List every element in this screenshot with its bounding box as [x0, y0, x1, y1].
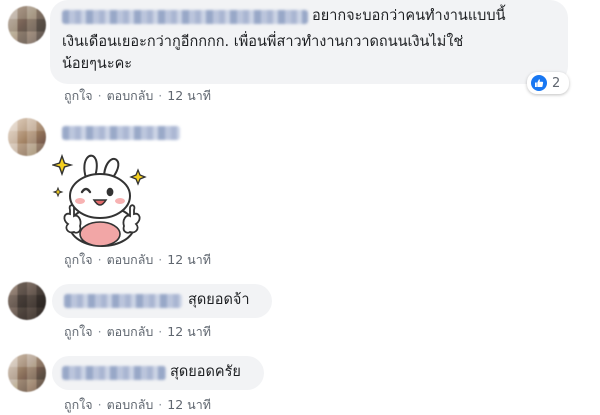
separator-dot: ·: [97, 252, 102, 267]
like-link[interactable]: ถูกใจ: [64, 324, 93, 339]
avatar[interactable]: [8, 118, 46, 156]
bunny-sticker[interactable]: [52, 148, 152, 248]
comment-actions: ถูกใจ · ตอบกลับ · 12 นาที: [64, 395, 211, 415]
avatar[interactable]: [8, 354, 46, 392]
commenter-name[interactable]: [62, 126, 180, 140]
separator-dot: ·: [97, 88, 102, 103]
reply-link[interactable]: ตอบกลับ: [107, 397, 154, 412]
separator-dot: ·: [158, 252, 163, 267]
separator-dot: ·: [97, 324, 102, 339]
commenter-name[interactable]: [62, 366, 166, 380]
avatar[interactable]: [8, 6, 46, 44]
comment-text-line-2: เงินเดือนเยอะกว่ากูอีกกกก. เพื่อนพี่สาวท…: [62, 34, 464, 50]
separator-dot: ·: [158, 88, 163, 103]
like-link[interactable]: ถูกใจ: [64, 88, 93, 103]
reply-link[interactable]: ตอบกลับ: [107, 252, 154, 267]
comment-text-line-1: อยากจะบอกว่าคนทำงานแบบนี้: [312, 8, 506, 24]
reaction-summary[interactable]: 2: [527, 72, 569, 94]
commenter-name[interactable]: [62, 10, 308, 24]
separator-dot: ·: [158, 397, 163, 412]
reply-link[interactable]: ตอบกลับ: [107, 324, 154, 339]
timestamp[interactable]: 12 นาที: [167, 397, 211, 412]
timestamp[interactable]: 12 นาที: [167, 88, 211, 103]
timestamp[interactable]: 12 นาที: [167, 252, 211, 267]
comment-text-line-3: น้อยๆนะคะ: [62, 56, 133, 72]
comment-text: สุดยอดจ้า: [188, 292, 250, 308]
comment-actions: ถูกใจ · ตอบกลับ · 12 นาที: [64, 86, 211, 106]
comment-text: สุดยอดครัย: [170, 364, 241, 380]
comment-actions: ถูกใจ · ตอบกลับ · 12 นาที: [64, 250, 211, 270]
comment-actions: ถูกใจ · ตอบกลับ · 12 นาที: [64, 322, 211, 342]
commenter-name[interactable]: [64, 294, 182, 308]
separator-dot: ·: [97, 397, 102, 412]
separator-dot: ·: [158, 324, 163, 339]
like-link[interactable]: ถูกใจ: [64, 252, 93, 267]
avatar[interactable]: [8, 282, 46, 320]
like-reaction-icon: [531, 75, 547, 91]
like-link[interactable]: ถูกใจ: [64, 397, 93, 412]
reaction-count: 2: [552, 75, 561, 91]
reply-link[interactable]: ตอบกลับ: [107, 88, 154, 103]
timestamp[interactable]: 12 นาที: [167, 324, 211, 339]
